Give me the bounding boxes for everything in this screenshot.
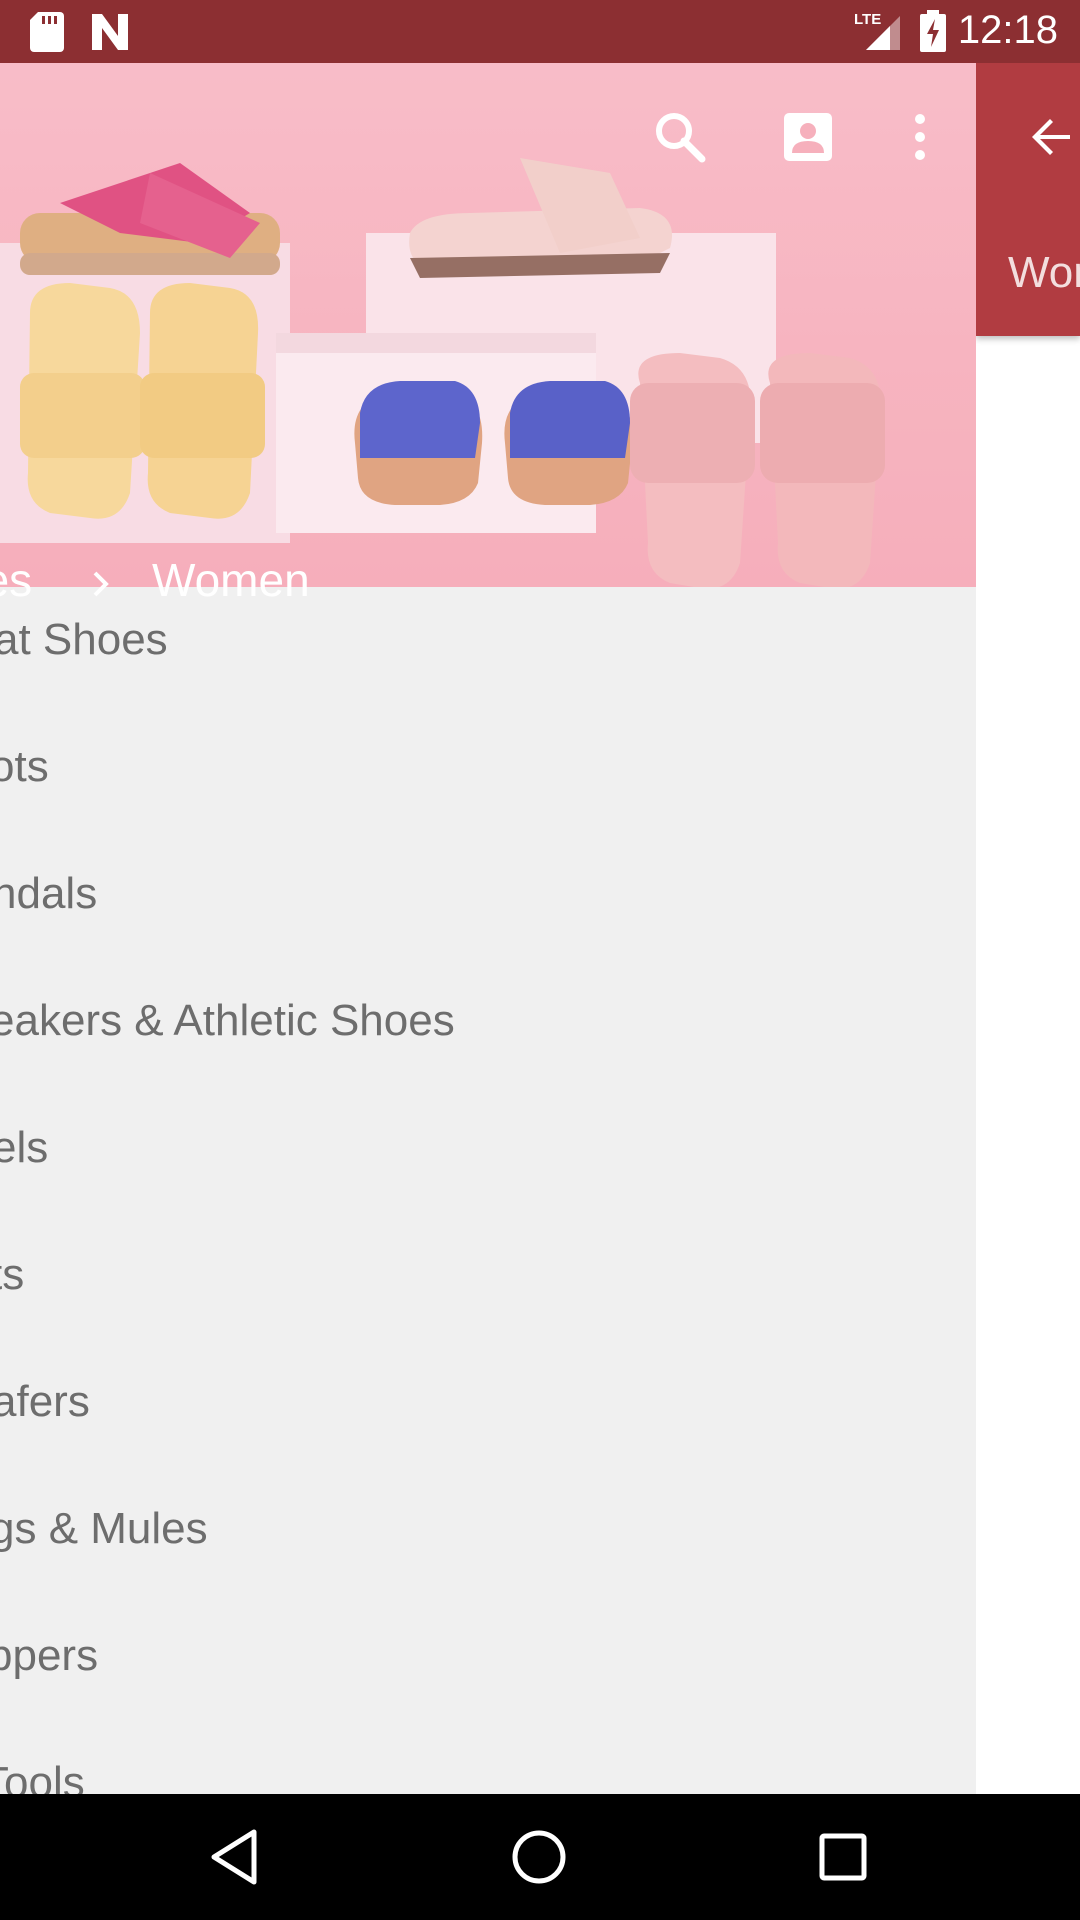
list-item-label: eakers & Athletic Shoes: [0, 996, 455, 1045]
list-item-label: at Shoes: [0, 615, 168, 664]
status-bar: LTE 12:18: [0, 0, 1080, 63]
list-item-label: ppers: [0, 1631, 99, 1680]
list-item[interactable]: ots: [0, 714, 976, 841]
recents-square-icon[interactable]: [810, 1824, 876, 1890]
search-icon[interactable]: [650, 107, 710, 167]
list-item[interactable]: gs & Mules: [0, 1476, 976, 1603]
n-notification-icon: [92, 14, 128, 50]
list-item-label: ndals: [0, 869, 98, 918]
list-item[interactable]: at Shoes: [0, 587, 976, 714]
list-item[interactable]: eakers & Athletic Shoes: [0, 968, 976, 1095]
list-item-label: Tools: [0, 1758, 85, 1794]
next-page-tab-label[interactable]: Wor: [1008, 248, 1080, 298]
category-panel: oes Women at Shoes ots ndals eakers & At…: [0, 63, 976, 1794]
list-item[interactable]: ppers: [0, 1603, 976, 1730]
app-screen: Wor s Women at Shoes ots ndals eakers & …: [0, 63, 1080, 1794]
account-icon[interactable]: [778, 107, 838, 167]
list-item[interactable]: Tools: [0, 1730, 976, 1794]
home-circle-icon[interactable]: [506, 1824, 572, 1890]
back-triangle-icon[interactable]: [202, 1824, 268, 1890]
next-page-peek[interactable]: Wor: [976, 63, 1080, 1794]
list-item-label: ts: [0, 1250, 25, 1299]
list-item-label: gs & Mules: [0, 1504, 208, 1553]
arrow-back-icon[interactable]: [1026, 111, 1078, 163]
list-item-label: els: [0, 1123, 49, 1172]
next-page-toolbar: Wor: [976, 63, 1080, 336]
list-item[interactable]: ndals: [0, 841, 976, 968]
list-item-label: afers: [0, 1377, 90, 1426]
list-item[interactable]: ts: [0, 1222, 976, 1349]
status-time: 12:18: [957, 8, 1058, 52]
network-type: LTE: [854, 11, 881, 28]
hero-banner: [0, 63, 976, 587]
more-vert-icon[interactable]: [890, 107, 950, 167]
sd-card-icon: [30, 12, 64, 52]
system-nav-bar: [0, 1794, 1080, 1920]
list-item[interactable]: afers: [0, 1349, 976, 1476]
battery-charging-icon: [920, 10, 946, 52]
list-item[interactable]: els: [0, 1095, 976, 1222]
list-item-label: ots: [0, 742, 49, 791]
lte-signal-icon: LTE: [854, 11, 900, 50]
